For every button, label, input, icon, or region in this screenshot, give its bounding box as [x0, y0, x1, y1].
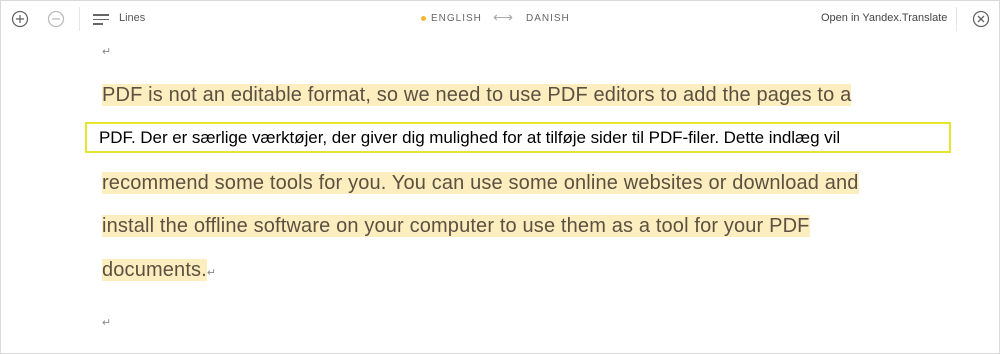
source-text-line: recommend some tools for you. You can us…: [102, 172, 859, 194]
zoom-out-icon[interactable]: [47, 10, 65, 28]
translation-selection-box[interactable]: PDF. Der er særlige værktøjer, der giver…: [85, 122, 951, 153]
active-language-dot: [421, 16, 426, 21]
translator-panel: Lines ENGLISH ⟷ DANISH Open in Yandex.Tr…: [0, 0, 1000, 354]
translation-text: PDF. Der er særlige værktøjer, der giver…: [99, 128, 841, 147]
target-language-button[interactable]: DANISH: [526, 13, 570, 24]
source-text-line: PDF is not an editable format, so we nee…: [102, 84, 852, 106]
left-right-arrow-icon[interactable]: ⟷: [493, 9, 513, 26]
source-text-line: documents.↵: [102, 259, 217, 281]
close-icon[interactable]: [972, 10, 990, 28]
toolbar: Lines ENGLISH ⟷ DANISH Open in Yandex.Tr…: [1, 1, 999, 37]
toolbar-divider: [79, 7, 80, 31]
source-language-button[interactable]: ENGLISH: [431, 13, 482, 24]
paragraph-return-mark: ↵: [102, 317, 112, 329]
paragraph-return-mark: ↵: [102, 46, 112, 58]
lines-label[interactable]: Lines: [119, 12, 145, 24]
lines-icon[interactable]: [93, 14, 109, 25]
toolbar-divider: [956, 7, 957, 31]
zoom-in-icon[interactable]: [11, 10, 29, 28]
open-in-yandex-translate-link[interactable]: Open in Yandex.Translate: [821, 12, 947, 24]
source-text-line: install the offline software on your com…: [102, 215, 810, 237]
paragraph-return-mark: ↵: [206, 267, 217, 279]
